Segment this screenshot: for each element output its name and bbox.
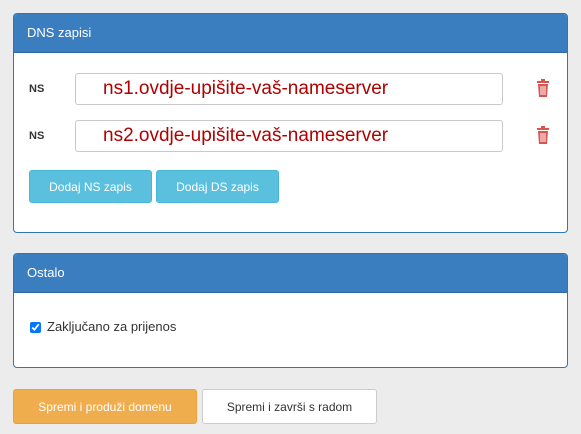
ns-record-1-input[interactable]: ns1.ovdje-upišite-vaš-nameserver: [75, 73, 503, 105]
ns-record-type-label: NS: [29, 83, 45, 95]
add-ns-record-button[interactable]: Dodaj NS zapis: [29, 170, 152, 203]
dns-records-panel: DNS zapisi NS ns1.ovdje-upišite-vaš-name…: [13, 13, 568, 233]
trash-icon[interactable]: [535, 79, 551, 97]
add-ds-record-button[interactable]: Dodaj DS zapis: [156, 170, 279, 203]
ns-record-2-input[interactable]: ns2.ovdje-upišite-vaš-nameserver: [75, 120, 503, 152]
save-and-finish-button[interactable]: Spremi i završi s radom: [202, 389, 377, 424]
transfer-lock-checkbox[interactable]: [30, 322, 41, 333]
ns-record-type-label: NS: [29, 130, 45, 142]
transfer-lock-option[interactable]: Zaključano za prijenos: [30, 319, 176, 334]
trash-icon[interactable]: [535, 126, 551, 144]
transfer-lock-label: Zaključano za prijenos: [47, 319, 177, 334]
ns-record-row-2: NS ns2.ovdje-upišite-vaš-nameserver: [14, 120, 567, 156]
other-panel-title: Ostalo: [14, 254, 567, 293]
save-and-renew-button[interactable]: Spremi i produži domenu: [13, 389, 197, 424]
ns-record-row-1: NS ns1.ovdje-upišite-vaš-nameserver: [14, 73, 567, 109]
other-settings-panel: Ostalo Zaključano za prijenos: [13, 253, 568, 368]
dns-panel-title: DNS zapisi: [14, 14, 567, 53]
